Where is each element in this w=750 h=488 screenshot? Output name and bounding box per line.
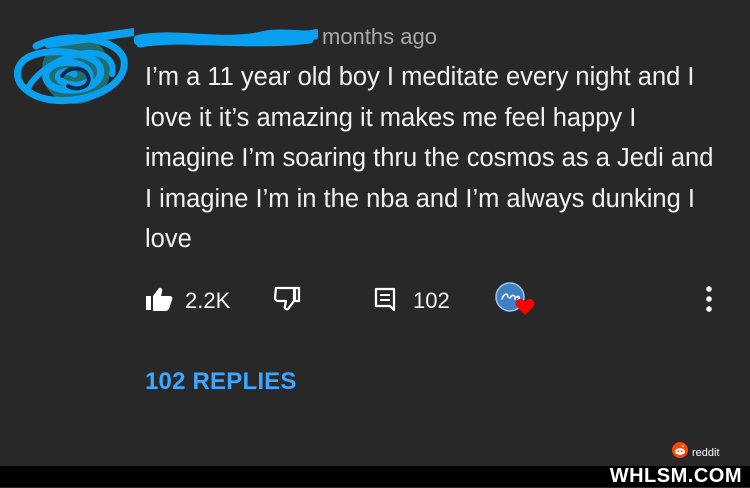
redaction-scribble (13, 28, 138, 105)
author-avatar[interactable] (8, 18, 138, 108)
thumbs-down-icon (273, 286, 301, 317)
comment-timestamp: months ago (322, 24, 437, 49)
creator-heart-icon (495, 281, 539, 322)
more-options-button[interactable] (705, 283, 713, 319)
dislike-button[interactable] (273, 283, 301, 319)
reply-count: 102 (413, 288, 450, 313)
creator-heart (495, 281, 539, 322)
comment-body: I’m a 11 year old boy I meditate every n… (145, 63, 714, 253)
thumbs-up-icon (145, 286, 173, 317)
like-button[interactable]: 2.2K (145, 283, 230, 319)
reddit-label: reddit (692, 446, 720, 459)
view-replies-button[interactable]: 102 REPLIES (145, 368, 297, 396)
more-vertical-icon (705, 285, 713, 318)
reply-button[interactable]: 102 (373, 283, 450, 319)
comment-icon (373, 286, 397, 317)
author-name-redacted[interactable] (134, 26, 318, 50)
like-count: 2.2K (185, 288, 231, 313)
reddit-icon (672, 442, 688, 463)
reddit-watermark: reddit (672, 442, 720, 463)
site-watermark: WHLSM.COM (609, 465, 742, 487)
